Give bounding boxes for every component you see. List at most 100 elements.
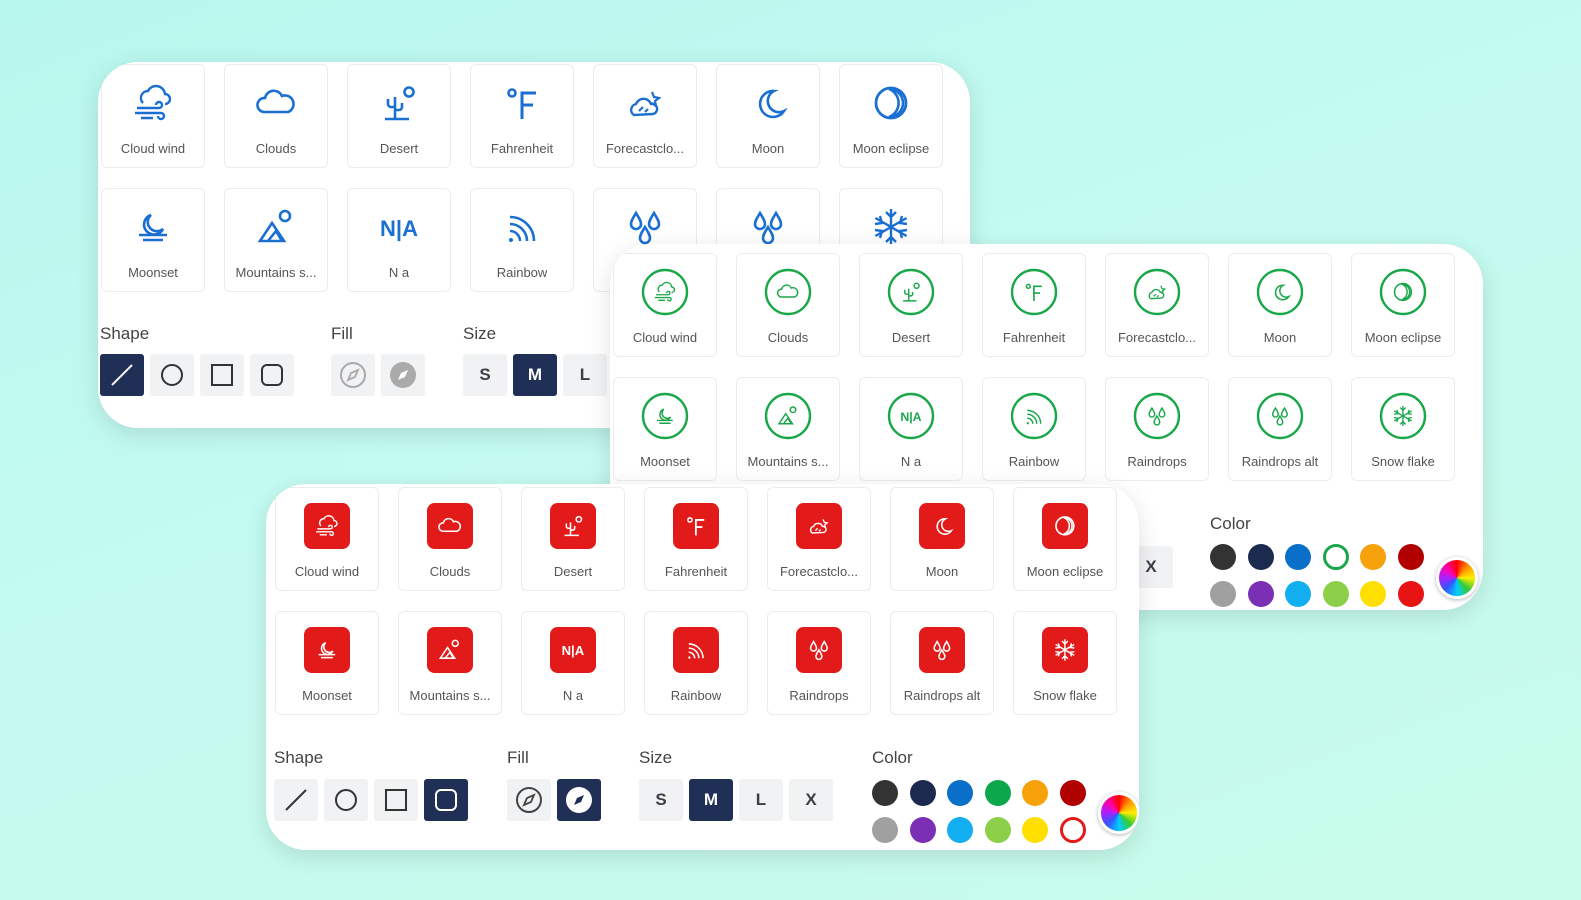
color-swatch[interactable] xyxy=(1059,780,1086,806)
icon-tile-snow-flake[interactable]: Snow flake xyxy=(1351,377,1455,481)
icon-tile-moon-eclipse[interactable]: Moon eclipse xyxy=(1351,253,1455,357)
color-swatch[interactable] xyxy=(1210,581,1236,607)
icon-tile-moon[interactable]: Moon xyxy=(1228,253,1332,357)
shape-line-button[interactable] xyxy=(100,354,144,396)
icon-tile-moonset[interactable]: Moonset xyxy=(613,377,717,481)
icon-grid: Cloud wind Clouds Desert Fahrenheit Forecast… xyxy=(613,253,1455,481)
clouds-icon xyxy=(252,79,300,127)
fill-outline-button[interactable] xyxy=(507,779,551,821)
icon-tile-mountains-s[interactable]: Mountains s... xyxy=(736,377,840,481)
svg-text:N|A: N|A xyxy=(562,643,585,658)
icon-tile-snow-flake[interactable]: Snow flake xyxy=(1013,611,1117,715)
shape-circle-button[interactable] xyxy=(150,354,194,396)
color-swatch[interactable] xyxy=(1360,581,1386,607)
shape-rounded-button[interactable] xyxy=(424,779,468,821)
icon-tile-moonset[interactable]: Moonset xyxy=(101,188,205,292)
custom-color-wheel[interactable] xyxy=(1098,792,1139,834)
shape-circle-button[interactable] xyxy=(324,779,368,821)
custom-color-wheel[interactable] xyxy=(1436,557,1478,599)
fill-solid-button[interactable] xyxy=(381,354,425,396)
icon-tile-raindrops[interactable]: Raindrops xyxy=(767,611,871,715)
icon-tile-n-a[interactable]: N|A N a xyxy=(521,611,625,715)
icon-tile-moon-eclipse[interactable]: Moon eclipse xyxy=(839,64,943,168)
shape-line-button[interactable] xyxy=(274,779,318,821)
color-swatch[interactable] xyxy=(947,817,973,843)
size-x-button[interactable]: X xyxy=(789,779,833,821)
size-label: Size xyxy=(463,324,497,343)
size-m-button[interactable]: M xyxy=(513,354,557,396)
icon-tile-moon[interactable]: Moon xyxy=(890,487,994,591)
icon-tile-clouds[interactable]: Clouds xyxy=(224,64,328,168)
icon-tile-fahrenheit[interactable]: Fahrenheit xyxy=(470,64,574,168)
color-swatch[interactable] xyxy=(1247,544,1274,570)
color-swatch[interactable] xyxy=(1022,817,1048,843)
icon-tile-cloud-wind[interactable]: Cloud wind xyxy=(613,253,717,357)
color-swatch[interactable] xyxy=(1322,581,1349,607)
icon-tile-cloud-wind[interactable]: Cloud wind xyxy=(101,64,205,168)
size-s-button[interactable]: S xyxy=(463,354,507,396)
icon-tile-fahrenheit[interactable]: Fahrenheit xyxy=(982,253,1086,357)
raindrops-alt-icon xyxy=(918,626,966,674)
color-swatch[interactable] xyxy=(1022,780,1048,806)
icon-tile-rainbow[interactable]: Rainbow xyxy=(982,377,1086,481)
color-swatch[interactable] xyxy=(1397,581,1424,607)
icon-tile-label: Rainbow xyxy=(1008,454,1060,469)
size-l-button[interactable]: L xyxy=(563,354,607,396)
icon-tile-rainbow[interactable]: Rainbow xyxy=(644,611,748,715)
shape-square-button[interactable] xyxy=(200,354,244,396)
compass-filled-icon xyxy=(566,787,592,813)
icon-tile-raindrops-alt[interactable]: Raindrops alt xyxy=(1228,377,1332,481)
icon-tile-moonset[interactable]: Moonset xyxy=(275,611,379,715)
color-swatch[interactable] xyxy=(1210,544,1236,570)
icon-tile-desert[interactable]: Desert xyxy=(859,253,963,357)
size-l-button[interactable]: L xyxy=(739,779,783,821)
color-swatch[interactable] xyxy=(1397,544,1424,570)
rainbow-icon xyxy=(1010,392,1058,440)
color-swatch[interactable] xyxy=(1059,817,1086,843)
color-swatch[interactable] xyxy=(909,780,936,806)
icon-tile-moon-eclipse[interactable]: Moon eclipse xyxy=(1013,487,1117,591)
icon-panel-red: Cloud wind Clouds Desert Fahrenheit Forecast… xyxy=(266,484,1139,850)
shape-rounded-button[interactable] xyxy=(250,354,294,396)
color-swatch[interactable] xyxy=(1285,581,1311,607)
icon-tile-clouds[interactable]: Clouds xyxy=(736,253,840,357)
color-swatch[interactable] xyxy=(984,817,1011,843)
icon-tile-desert[interactable]: Desert xyxy=(521,487,625,591)
icon-tile-label: Desert xyxy=(891,330,931,345)
color-swatch[interactable] xyxy=(872,780,898,806)
shape-square-button[interactable] xyxy=(374,779,418,821)
icon-tile-mountains-s[interactable]: Mountains s... xyxy=(398,611,502,715)
color-swatch[interactable] xyxy=(1322,544,1349,570)
color-swatch[interactable] xyxy=(1285,544,1311,570)
icon-tile-mountains-s[interactable]: Mountains s... xyxy=(224,188,328,292)
icon-tile-forecastclo[interactable]: Forecastclo... xyxy=(767,487,871,591)
icon-tile-forecastclo[interactable]: Forecastclo... xyxy=(1105,253,1209,357)
moon-icon xyxy=(744,79,792,127)
color-swatch[interactable] xyxy=(947,780,973,806)
fahrenheit-icon xyxy=(498,79,546,127)
icon-tile-label: Clouds xyxy=(255,141,297,156)
icon-tile-fahrenheit[interactable]: Fahrenheit xyxy=(644,487,748,591)
fill-solid-button[interactable] xyxy=(557,779,601,821)
size-m-button[interactable]: M xyxy=(689,779,733,821)
icon-tile-clouds[interactable]: Clouds xyxy=(398,487,502,591)
icon-tile-moon[interactable]: Moon xyxy=(716,64,820,168)
icon-tile-label: Rainbow xyxy=(496,265,548,280)
icon-tile-rainbow[interactable]: Rainbow xyxy=(470,188,574,292)
icon-tile-desert[interactable]: Desert xyxy=(347,64,451,168)
color-swatch[interactable] xyxy=(984,780,1011,806)
na-icon: N|A xyxy=(375,203,423,251)
icon-tile-n-a[interactable]: N|A N a xyxy=(859,377,963,481)
icon-tile-cloud-wind[interactable]: Cloud wind xyxy=(275,487,379,591)
icon-tile-label: N a xyxy=(388,265,410,280)
icon-tile-n-a[interactable]: N|A N a xyxy=(347,188,451,292)
color-swatch[interactable] xyxy=(1360,544,1386,570)
icon-tile-raindrops-alt[interactable]: Raindrops alt xyxy=(890,611,994,715)
fill-outline-button[interactable] xyxy=(331,354,375,396)
icon-tile-forecastclo[interactable]: Forecastclo... xyxy=(593,64,697,168)
color-swatch[interactable] xyxy=(872,817,898,843)
size-s-button[interactable]: S xyxy=(639,779,683,821)
icon-tile-raindrops[interactable]: Raindrops xyxy=(1105,377,1209,481)
color-swatch[interactable] xyxy=(909,817,936,843)
color-swatch[interactable] xyxy=(1247,581,1274,607)
